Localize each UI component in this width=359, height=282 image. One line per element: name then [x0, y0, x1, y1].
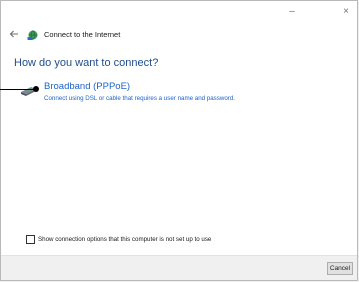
- option-broadband-pppoe[interactable]: Broadband (PPPoE) Connect using DSL or c…: [19, 81, 299, 107]
- option-description: Connect using DSL or cable that requires…: [44, 95, 236, 102]
- annotation-pointer-line: [0, 89, 36, 90]
- close-button[interactable]: ×: [337, 5, 355, 19]
- page-heading: How do you want to connect?: [14, 57, 159, 69]
- connect-to-internet-window: – × Connect to the Internet How do you w…: [0, 0, 358, 281]
- minimize-button[interactable]: –: [283, 5, 301, 19]
- show-options-label[interactable]: Show connection options that this comput…: [38, 236, 211, 243]
- show-options-checkbox[interactable]: [26, 235, 35, 244]
- title-bar: – ×: [1, 1, 357, 25]
- cancel-button[interactable]: Cancel: [327, 262, 353, 275]
- option-title[interactable]: Broadband (PPPoE): [44, 81, 130, 92]
- annotation-pointer-dot: [33, 86, 39, 92]
- show-options-checkbox-row[interactable]: Show connection options that this comput…: [26, 235, 211, 244]
- wizard-title: Connect to the Internet: [44, 29, 121, 39]
- footer-bar: Cancel: [1, 255, 357, 280]
- nav-row: Connect to the Internet: [7, 27, 120, 41]
- back-arrow-icon[interactable]: [7, 27, 21, 41]
- network-globe-icon: [27, 28, 39, 40]
